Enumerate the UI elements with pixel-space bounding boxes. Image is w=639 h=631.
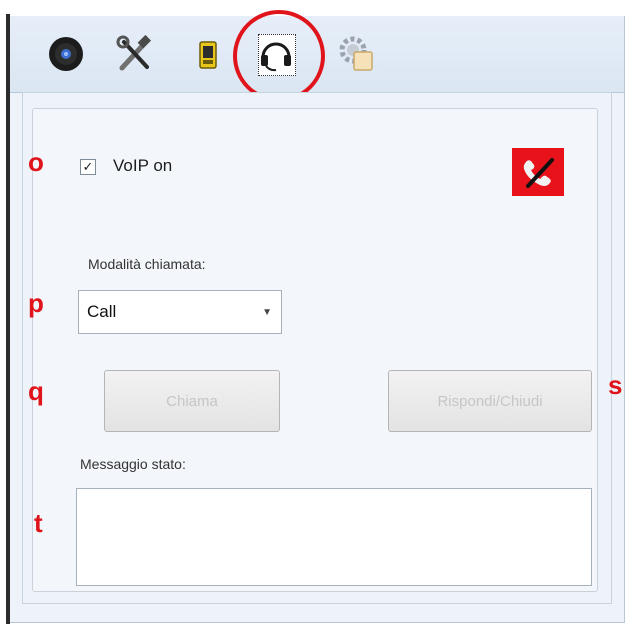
annotation-letter-q: q	[28, 376, 44, 406]
answer-hangup-button[interactable]: Rispondi/Chiudi	[388, 370, 592, 432]
tools-icon	[116, 34, 152, 71]
toolbar	[10, 16, 624, 93]
call-mode-value: Call	[87, 302, 117, 321]
chevron-down-icon: ▼	[262, 307, 272, 318]
call-button[interactable]: Chiama	[104, 370, 280, 432]
voip-on-checkbox[interactable]: ✓	[80, 159, 96, 175]
headset-icon	[261, 42, 291, 72]
toolbar-button-audio[interactable]	[44, 32, 88, 76]
toolbar-button-settings[interactable]	[334, 32, 378, 76]
call-mode-select[interactable]: Call ▼	[78, 290, 282, 334]
phone-disconnected-icon	[512, 148, 564, 196]
annotation-letter-o: o	[28, 147, 44, 177]
settings-gear-icon	[339, 36, 373, 71]
speaker-icon	[49, 37, 83, 71]
toolbar-button-device[interactable]	[186, 32, 230, 76]
voip-on-label[interactable]: VoIP on	[113, 156, 172, 176]
annotation-letter-t: t	[34, 508, 43, 538]
checkmark-icon: ✓	[82, 159, 94, 175]
toolbar-button-voip[interactable]	[254, 32, 298, 76]
annotation-letter-s: s	[608, 370, 623, 400]
device-icon	[199, 41, 217, 69]
call-mode-label: Modalità chiamata:	[88, 256, 206, 272]
call-status-indicator	[512, 148, 564, 196]
toolbar-button-tools[interactable]	[112, 32, 156, 76]
status-message-field[interactable]	[76, 488, 592, 586]
call-button-label: Chiama	[166, 392, 218, 410]
answer-hangup-button-label: Rispondi/Chiudi	[437, 392, 543, 410]
status-message-label: Messaggio stato:	[80, 456, 186, 472]
annotation-letter-p: p	[28, 288, 44, 318]
